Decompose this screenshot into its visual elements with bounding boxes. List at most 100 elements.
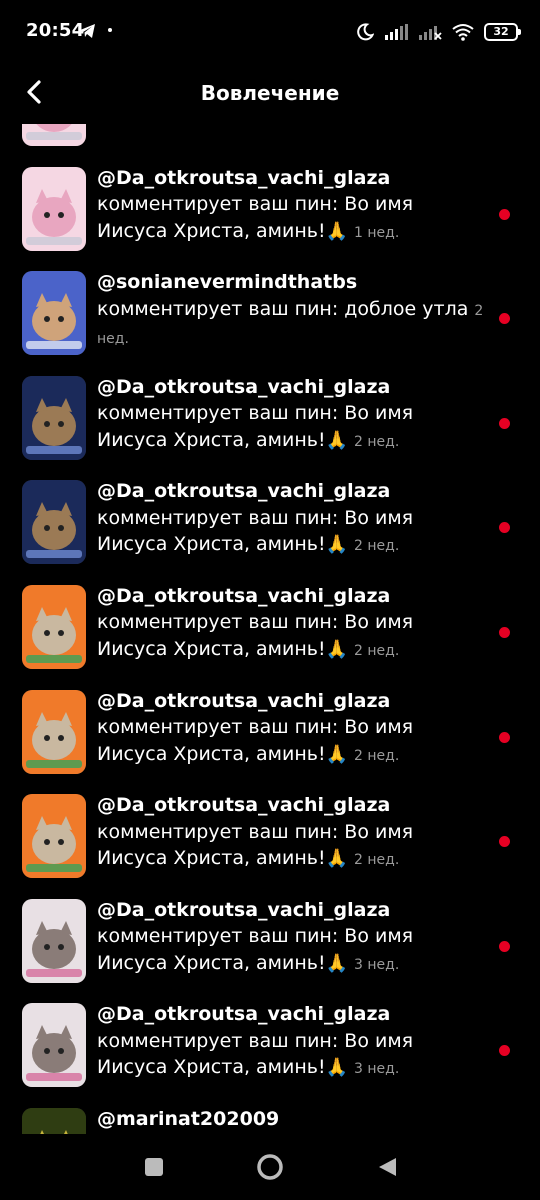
signal-icon [385,24,408,40]
unread-indicator [499,417,510,429]
unread-indicator [499,208,510,220]
notification-list[interactable]: Иисуса Христа, аминь!🙏1 нед. @Da_otkrouts… [0,124,540,1134]
recents-square-icon [145,1158,163,1176]
pin-thumbnail[interactable] [22,375,86,460]
notification-item[interactable]: @Da_otkroutsa_vachi_glaza комментирует ва… [0,462,540,567]
pin-thumbnail[interactable] [22,1003,86,1088]
signal-off-icon [419,26,442,40]
home-circle-icon [257,1154,283,1180]
notification-text: @marinat202009комментирует ваш [97,1106,487,1134]
timestamp: 2 нед. [354,747,400,764]
notification-text: @Da_otkroutsa_vachi_glaza комментирует ва… [97,165,487,247]
username[interactable]: @sonianevermindthatbs [97,269,487,296]
back-triangle-icon [379,1158,396,1176]
notification-item[interactable]: @sonianevermindthatbs комментирует ваш пи… [0,253,540,358]
notification-item[interactable]: @Da_otkroutsa_vachi_glaza комментирует ва… [0,881,540,986]
telegram-icon [79,24,95,38]
timestamp: 2 нед. [354,538,400,555]
notification-text: @Da_otkroutsa_vachi_glaza комментирует ва… [97,1001,487,1083]
praying-hands-emoji: 🙏 [325,220,349,242]
status-bar: 20:54 32 [0,0,540,62]
praying-hands-emoji: 🙏 [325,952,349,974]
pin-thumbnail[interactable] [22,271,86,356]
pin-thumbnail[interactable] [22,1107,86,1134]
username[interactable]: @Da_otkroutsa_vachi_glaza [97,897,487,924]
pin-image [22,584,86,669]
notification-item[interactable]: @Da_otkroutsa_vachi_glaza комментирует ва… [0,358,540,463]
notification-dot [108,28,112,32]
notification-text: @Da_otkroutsa_vachi_glaza комментирует ва… [97,374,487,456]
pin-thumbnail[interactable] [22,689,86,774]
notification-item[interactable]: @Da_otkroutsa_vachi_glaza комментирует ва… [0,985,540,1090]
system-nav-bar [0,1134,540,1200]
unread-indicator [499,836,510,848]
notification-item[interactable]: @Da_otkroutsa_vachi_glaza комментирует ва… [0,776,540,881]
pin-image [22,898,86,983]
notification-text: @sonianevermindthatbs комментирует ваш пи… [97,269,487,353]
timestamp: 1 нед. [354,224,400,241]
username[interactable]: @Da_otkroutsa_vachi_glaza [97,1001,487,1028]
username[interactable]: @marinat202009 [97,1106,487,1133]
timestamp: 2 нед. [354,433,400,450]
pin-thumbnail[interactable] [22,898,86,983]
timestamp: 2 нед. [354,642,400,659]
praying-hands-emoji: 🙏 [325,743,349,765]
back-nav-button[interactable] [372,1152,402,1182]
pin-image [22,1003,86,1088]
page-title: Вовлечение [200,81,340,105]
notification-item[interactable]: Иисуса Христа, аминь!🙏1 нед. [0,124,540,149]
praying-hands-emoji: 🙏 [325,429,349,451]
username[interactable]: @Da_otkroutsa_vachi_glaza [97,583,487,610]
username[interactable]: @Da_otkroutsa_vachi_glaza [97,478,487,505]
pin-thumbnail[interactable] [22,166,86,251]
header: Вовлечение [0,62,540,124]
pin-image [22,794,86,879]
recents-button[interactable] [139,1152,169,1182]
username[interactable]: @Da_otkroutsa_vachi_glaza [97,792,487,819]
timestamp: 3 нед. [354,956,400,973]
notification-item[interactable]: @Da_otkroutsa_vachi_glaza комментирует ва… [0,149,540,254]
timestamp: 3 нед. [354,1061,400,1078]
notification-list-inner: Иисуса Христа, аминь!🙏1 нед. @Da_otkrouts… [0,124,540,1134]
username[interactable]: @Da_otkroutsa_vachi_glaza [97,688,487,715]
comment-message: комментирует ваш пин: доблое утла [97,297,469,320]
unread-indicator [499,522,510,534]
username[interactable]: @Da_otkroutsa_vachi_glaza [97,374,487,401]
pin-image [22,375,86,460]
notification-item[interactable]: @Da_otkroutsa_vachi_glaza комментирует ва… [0,672,540,777]
unread-indicator [499,313,510,325]
unread-indicator [499,626,510,638]
praying-hands-emoji: 🙏 [325,848,349,870]
pin-thumbnail[interactable] [22,584,86,669]
notification-text: @Da_otkroutsa_vachi_glaza комментирует ва… [97,792,487,874]
notification-text: @Da_otkroutsa_vachi_glaza комментирует ва… [97,478,487,560]
praying-hands-emoji: 🙏 [325,638,349,660]
pin-image [22,689,86,774]
status-time: 20:54 [26,20,85,41]
pin-thumbnail[interactable] [22,794,86,879]
pin-thumbnail[interactable] [22,480,86,565]
notification-text: @Da_otkroutsa_vachi_glaza комментирует ва… [97,897,487,979]
timestamp: 2 нед. [354,852,400,869]
battery-icon: 32 [484,23,521,41]
pin-thumbnail[interactable] [22,124,86,146]
pin-image [22,166,86,251]
status-icons: 32 [356,20,521,44]
notification-item[interactable]: @marinat202009комментирует ваш [0,1090,540,1134]
moon-icon [357,23,374,41]
unread-indicator [499,1045,510,1057]
notification-text: @Da_otkroutsa_vachi_glaza комментирует ва… [97,688,487,770]
pin-image [22,1107,86,1134]
username[interactable]: @Da_otkroutsa_vachi_glaza [97,165,487,192]
unread-indicator [499,731,510,743]
praying-hands-emoji: 🙏 [325,534,349,556]
pin-image [22,271,86,356]
wifi-icon [452,24,474,41]
pin-image [22,480,86,565]
home-button[interactable] [255,1152,285,1182]
notification-text: @Da_otkroutsa_vachi_glaza комментирует ва… [97,583,487,665]
pin-image [22,124,86,146]
praying-hands-emoji: 🙏 [325,1057,349,1079]
notification-item[interactable]: @Da_otkroutsa_vachi_glaza комментирует ва… [0,567,540,672]
unread-indicator [499,940,510,952]
